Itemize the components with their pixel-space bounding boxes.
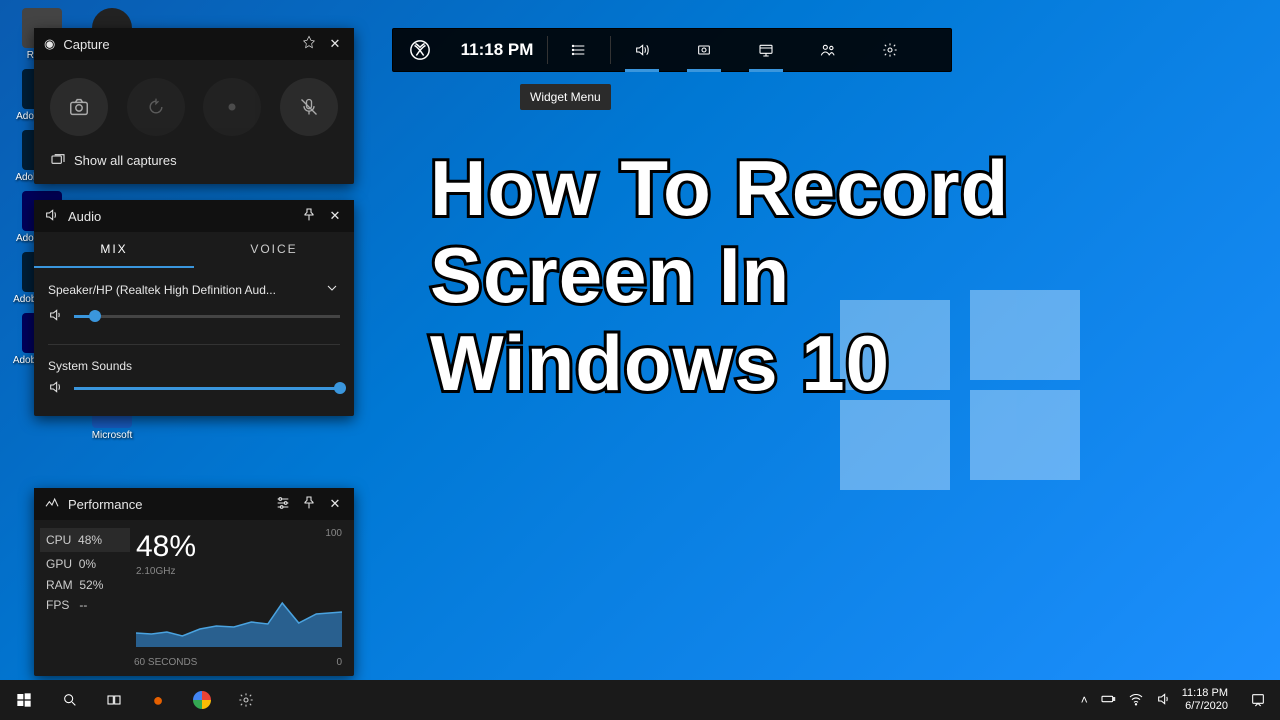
speaker-icon — [48, 307, 64, 326]
capture-title: Capture — [63, 37, 292, 52]
battery-icon[interactable] — [1100, 691, 1116, 710]
tab-voice[interactable]: VOICE — [194, 232, 354, 268]
taskbar-app[interactable] — [224, 680, 268, 720]
audio-button[interactable] — [611, 28, 673, 72]
performance-icon — [44, 495, 60, 514]
game-bar-time: 11:18 PM — [447, 28, 547, 72]
game-bar: 11:18 PM — [392, 28, 952, 72]
record-last-button[interactable] — [127, 78, 185, 136]
system-volume-slider[interactable] — [74, 387, 340, 390]
pin-icon[interactable] — [300, 495, 318, 514]
system-tray[interactable]: ˄ — [1071, 691, 1182, 710]
perf-chart: 48% 2.10GHz 100 — [136, 530, 342, 647]
capture-widget: ◉ Capture ✕ Show all captures — [34, 28, 354, 184]
search-button[interactable] — [48, 680, 92, 720]
performance-title: Performance — [68, 497, 266, 512]
xbox-icon[interactable] — [393, 28, 447, 72]
xbox-social-button[interactable] — [797, 28, 859, 72]
audio-device-name: Speaker/HP (Realtek High Definition Aud.… — [48, 283, 316, 297]
widget-menu-button[interactable] — [548, 28, 610, 72]
capture-icon: ◉ — [44, 36, 55, 52]
perf-axis-right: 0 — [336, 657, 342, 668]
wifi-icon[interactable] — [1128, 691, 1144, 710]
pin-icon[interactable] — [300, 35, 318, 54]
perf-freq: 2.10GHz — [136, 566, 342, 577]
performance-widget: Performance ✕ CPU 48% GPU 0% RAM 52% FPS… — [34, 488, 354, 676]
start-button[interactable] — [0, 680, 48, 720]
perf-axis-left: 60 SECONDS — [134, 657, 197, 668]
taskbar: ● ˄ 11:18 PM 6/7/2020 — [0, 680, 1280, 720]
capture-button[interactable] — [673, 28, 735, 72]
perf-max-scale: 100 — [325, 528, 342, 539]
perf-stats: CPU 48% GPU 0% RAM 52% FPS -- — [46, 530, 124, 647]
close-icon[interactable]: ✕ — [326, 36, 344, 52]
chevron-down-icon[interactable] — [316, 280, 340, 299]
system-sounds-label: System Sounds — [34, 349, 354, 373]
audio-title: Audio — [68, 209, 292, 224]
settings-button[interactable] — [859, 28, 921, 72]
perf-big-value: 48% — [136, 530, 342, 564]
performance-button[interactable] — [735, 28, 797, 72]
record-button[interactable] — [203, 78, 261, 136]
taskbar-app[interactable]: ● — [136, 680, 180, 720]
tray-chevron-icon[interactable]: ˄ — [1081, 693, 1088, 707]
mic-toggle-button[interactable] — [280, 78, 338, 136]
pin-icon[interactable] — [300, 207, 318, 226]
device-volume-slider[interactable] — [74, 315, 340, 318]
close-icon[interactable]: ✕ — [326, 208, 344, 224]
thumbnail-title: How To Record Screen In Windows 10 — [430, 145, 1009, 407]
taskbar-clock[interactable]: 11:18 PM 6/7/2020 — [1182, 687, 1236, 713]
tab-mix[interactable]: MIX — [34, 232, 194, 268]
task-view-button[interactable] — [92, 680, 136, 720]
volume-icon[interactable] — [1156, 691, 1172, 710]
audio-widget: Audio ✕ MIX VOICE Speaker/HP (Realtek Hi… — [34, 200, 354, 416]
notifications-button[interactable] — [1236, 680, 1280, 720]
audio-icon — [44, 207, 60, 226]
close-icon[interactable]: ✕ — [326, 496, 344, 512]
speaker-icon — [48, 379, 64, 398]
taskbar-app[interactable] — [180, 680, 224, 720]
widget-menu-tooltip: Widget Menu — [520, 84, 611, 110]
screenshot-button[interactable] — [50, 78, 108, 136]
show-all-captures-link[interactable]: Show all captures — [44, 148, 344, 174]
options-icon[interactable] — [274, 495, 292, 514]
